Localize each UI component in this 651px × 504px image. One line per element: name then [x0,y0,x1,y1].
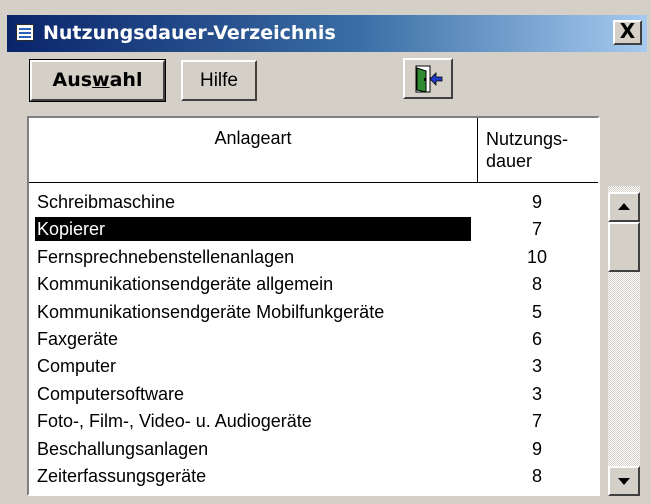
cell-nutzungsdauer: 8 [531,465,542,486]
cell-nutzungsdauer: 7 [531,411,542,432]
table-row[interactable]: Kommunikationsendgeräte allgemein 8 [29,272,598,299]
auswahl-button[interactable]: Auswahl [29,59,166,102]
cell-anlageart: Beschallungsanlagen [37,438,209,459]
close-button[interactable]: X [613,20,642,45]
exit-door-icon [415,65,443,93]
table-row[interactable]: Kommunikationsendgeräte Mobilfunkgeräte 5 [29,300,598,327]
table-row[interactable]: Kopierer 7 [29,217,598,244]
cell-anlageart: Kommunikationsendgeräte allgemein [37,274,334,295]
cell-anlageart: Kommunikationsendgeräte Mobilfunkgeräte [37,301,385,322]
header-nutzungsdauer-line1: Nutzungs- [486,129,569,149]
table-row[interactable]: Faxgeräte 6 [29,327,598,354]
table-row[interactable]: Foto-, Film-, Video- u. Audiogeräte 7 [29,409,598,436]
vertical-scrollbar[interactable] [608,186,640,496]
table-row[interactable]: Zeiterfassungsgeräte 8 [29,464,598,491]
cell-nutzungsdauer: 9 [531,438,542,459]
table-row[interactable]: Beschallungsanlagen 9 [29,437,598,464]
list-window-icon [16,24,34,41]
column-header-nutzungsdauer[interactable]: Nutzungs- dauer [477,118,597,182]
nutzungsdauer-table[interactable]: Anlageart Nutzungs- dauer Schreibmaschin… [27,116,600,496]
table-row[interactable]: Computer 3 [29,354,598,381]
table-row[interactable]: Fernsprechnebenstellenanlagen 10 [29,245,598,272]
header-nutzungsdauer-line2: dauer [486,151,533,171]
auswahl-label: Auswahl [52,69,143,91]
hilfe-button[interactable]: Hilfe [181,60,257,101]
header-divider [29,182,598,183]
table-body: Schreibmaschine 9 Kopierer 7 Fernsprechneben… [29,190,598,491]
cell-nutzungsdauer: 6 [531,328,542,349]
cell-nutzungsdauer: 3 [531,356,542,377]
scroll-down-button[interactable] [608,466,640,496]
dialog-window: Nutzungsdauer-Verzeichnis X Auswahl Hilf… [0,0,651,504]
cell-nutzungsdauer: 10 [526,246,548,267]
cell-nutzungsdauer: 5 [531,301,542,322]
cell-anlageart: Computer [37,356,117,377]
cell-nutzungsdauer: 3 [531,383,542,404]
scroll-up-button[interactable] [608,192,640,222]
title-bar[interactable]: Nutzungsdauer-Verzeichnis [7,15,647,52]
column-header-anlageart[interactable]: Anlageart [29,118,477,182]
cell-anlageart: Computersoftware [37,383,185,404]
close-icon: X [619,19,636,43]
scroll-thumb[interactable] [608,222,640,272]
cell-anlageart: Fernsprechnebenstellenanlagen [37,246,295,267]
scroll-up-arrow-icon [618,203,630,210]
scroll-down-arrow-icon [618,478,630,485]
cell-nutzungsdauer: 9 [531,192,542,212]
cell-anlageart: Kopierer [35,217,471,242]
cell-anlageart: Zeiterfassungsgeräte [37,465,207,486]
hilfe-label: Hilfe [199,70,238,91]
cell-anlageart: Foto-, Film-, Video- u. Audiogeräte [37,411,312,432]
table-row[interactable]: Schreibmaschine 9 [29,190,598,217]
table-row[interactable]: Computersoftware 3 [29,382,598,409]
cell-anlageart: Schreibmaschine [37,192,176,212]
window-title: Nutzungsdauer-Verzeichnis [43,22,336,44]
cell-nutzungsdauer: 7 [531,219,542,240]
cell-nutzungsdauer: 8 [531,274,542,295]
exit-button[interactable] [403,58,453,99]
cell-anlageart: Faxgeräte [37,328,119,349]
